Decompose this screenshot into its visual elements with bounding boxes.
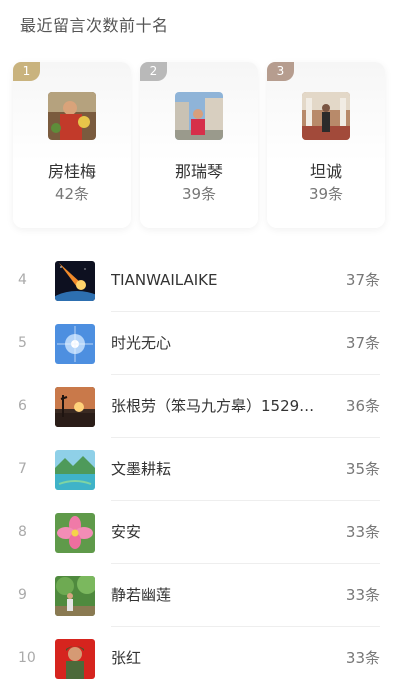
rank-number: 9	[18, 587, 27, 603]
avatar[interactable]	[55, 387, 95, 427]
user-name: TIANWAILAIKE	[111, 271, 218, 289]
rank-badge: 2	[140, 62, 167, 81]
avatar[interactable]	[175, 92, 223, 140]
avatar[interactable]	[55, 576, 95, 616]
list-item[interactable]: 9 静若幽莲 33条	[0, 564, 400, 627]
avatar[interactable]	[55, 450, 95, 490]
avatar[interactable]	[55, 639, 95, 679]
list-item[interactable]: 5 时光无心 37条	[0, 312, 400, 375]
rank-number: 6	[18, 398, 27, 414]
avatar[interactable]	[48, 92, 96, 140]
list-item[interactable]: 10 张红 33条	[0, 627, 400, 690]
message-count: 35条	[345, 460, 380, 478]
avatar[interactable]	[55, 513, 95, 553]
rank-badge: 3	[267, 62, 294, 81]
message-count: 39条	[181, 185, 217, 203]
message-count: 42条	[54, 185, 90, 203]
user-name: 那瑞琴	[174, 162, 223, 181]
rank-number: 10	[18, 650, 36, 666]
avatar[interactable]	[55, 324, 95, 364]
avatar[interactable]	[302, 92, 350, 140]
message-count: 37条	[345, 334, 380, 352]
rank-number: 4	[18, 272, 27, 288]
list-item[interactable]: 8 安安 33条	[0, 501, 400, 564]
list-item[interactable]: 7 文墨耕耘 35条	[0, 438, 400, 501]
message-count: 33条	[345, 523, 380, 541]
user-name: 时光无心	[111, 334, 172, 352]
rank-number: 7	[18, 461, 27, 477]
user-name: 坦诚	[309, 162, 342, 181]
rank-number: 5	[18, 335, 27, 351]
message-count: 39条	[308, 185, 344, 203]
page-title: 最近留言次数前十名	[20, 16, 169, 35]
message-count: 37条	[345, 271, 380, 289]
user-name: 静若幽莲	[111, 586, 172, 604]
message-count: 33条	[345, 649, 380, 667]
user-name: 张红	[111, 649, 142, 667]
user-name: 文墨耕耘	[111, 460, 172, 478]
rank-number: 8	[18, 524, 27, 540]
message-count: 33条	[345, 586, 380, 604]
rank-badge: 1	[13, 62, 40, 81]
top-rank-card-1[interactable]: 1 房桂梅 42条	[13, 62, 131, 228]
user-name: 张根劳（笨马九方皋）1529…	[111, 397, 315, 415]
top-rank-card-2[interactable]: 2 那瑞琴 39条	[140, 62, 258, 228]
top-rank-card-3[interactable]: 3 坦诚 39条	[267, 62, 385, 228]
avatar[interactable]	[55, 261, 95, 301]
message-count: 36条	[345, 397, 380, 415]
list-item[interactable]: 4 TIANWAILAIKE 37条	[0, 249, 400, 312]
user-name: 安安	[111, 523, 142, 541]
user-name: 房桂梅	[47, 162, 96, 181]
list-item[interactable]: 6 张根劳（笨马九方皋）1529… 36条	[0, 375, 400, 438]
